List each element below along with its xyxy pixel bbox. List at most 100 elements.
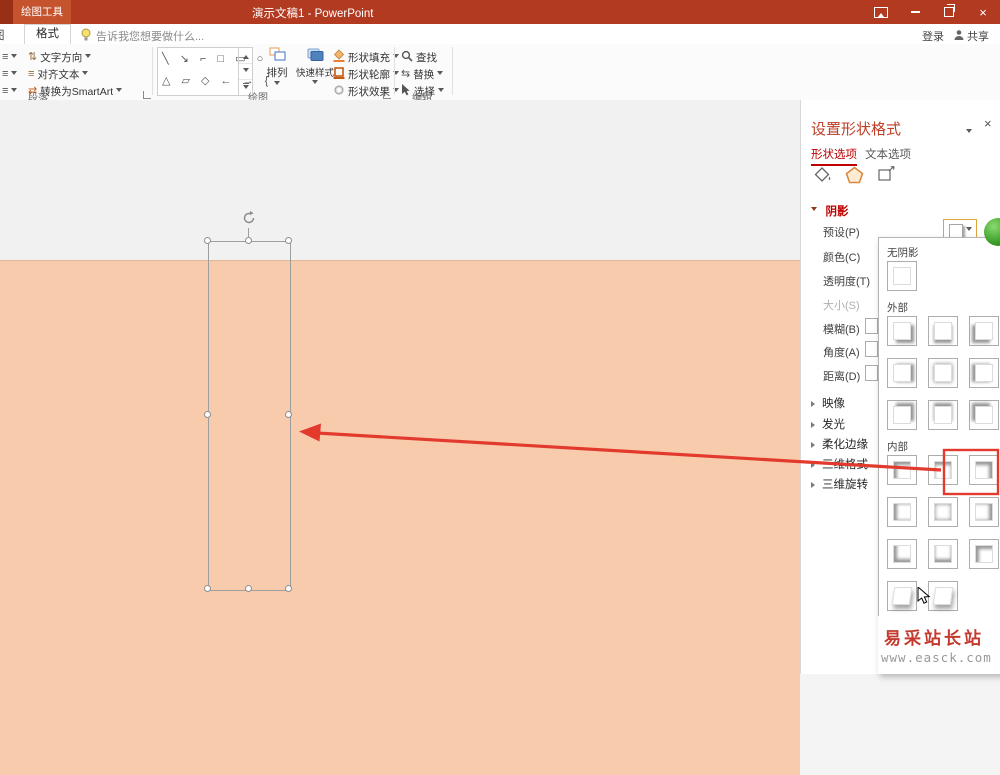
mouse-cursor (917, 585, 932, 611)
restore-icon (944, 4, 955, 17)
shadow-preset-tile[interactable] (887, 358, 917, 388)
shadow-preset-tile[interactable] (887, 539, 917, 569)
shape-fill-icon (333, 49, 345, 65)
selection-handle[interactable] (204, 237, 211, 244)
selection-handle[interactable] (285, 237, 292, 244)
shadow-transparency-label: 透明度(T) (823, 276, 871, 288)
selection-handle[interactable] (285, 585, 292, 592)
drawing-dialog-launcher[interactable] (383, 91, 391, 99)
shadow-preset-tile[interactable] (887, 497, 917, 527)
selection-handle[interactable] (245, 585, 252, 592)
ribbon: ≡ ≡ ≡ ⇅ 文字方向 ≡ 对齐文本 ⇄ 转换为SmartArt 段落 ╲ ↘… (0, 44, 1000, 104)
ribbon-tab-row: 图 格式 告诉我您想要做什么... 登录 共享 (0, 24, 1000, 45)
group-separator (394, 47, 395, 95)
shadow-preset-tile[interactable] (887, 316, 917, 346)
shadow-color-label: 颜色(C) (823, 252, 861, 264)
rotation-handle[interactable] (241, 210, 257, 231)
quick-styles-button[interactable]: 快速样式 (296, 47, 334, 91)
close-icon: × (979, 4, 987, 20)
select-icon (401, 83, 411, 99)
text-direction-icon: ⇅ (28, 50, 38, 63)
angle-spinner-edge[interactable] (865, 341, 878, 357)
sign-in-link[interactable]: 登录 (922, 28, 944, 44)
restore-button[interactable] (932, 0, 966, 24)
effects-category-icon[interactable] (845, 166, 864, 189)
minimize-button[interactable] (898, 0, 932, 24)
shadow-preset-tile[interactable] (928, 497, 958, 527)
3d-format-section-header[interactable]: 三维格式 (811, 455, 868, 473)
shadow-preset-tile[interactable] (969, 316, 999, 346)
gallery-scroll-down-button[interactable] (239, 64, 252, 80)
shadow-preset-tile[interactable] (928, 581, 958, 611)
shadow-size-label: 大小(S) (823, 300, 860, 312)
gallery-scroll-up-button[interactable] (239, 48, 252, 64)
shadow-preset-tile[interactable] (887, 455, 917, 485)
tab-shape-options[interactable]: 形状选项 (811, 146, 857, 166)
no-shadow-group-label: 无阴影 (887, 247, 919, 259)
3d-rotation-section-header[interactable]: 三维旋转 (811, 475, 868, 493)
shadow-preset-label: 预设(P) (823, 227, 860, 239)
selection-handle[interactable] (245, 237, 252, 244)
shape-gallery-scrollbar[interactable] (238, 48, 252, 95)
selection-handle[interactable] (204, 585, 211, 592)
reflection-section-header[interactable]: 映像 (811, 394, 845, 412)
group-separator (452, 47, 453, 95)
shadow-preset-flyout: 无阴影 外部 内部 (878, 237, 1000, 674)
blur-spinner-edge[interactable] (865, 318, 878, 334)
shadow-preset-tile[interactable] (969, 497, 999, 527)
shadow-preset-tile[interactable] (969, 400, 999, 430)
shadow-preset-tile[interactable] (928, 400, 958, 430)
tab-partial-left[interactable]: 图 (0, 27, 5, 43)
ribbon-display-options-button[interactable] (864, 0, 898, 24)
arrange-icon (260, 47, 294, 65)
fill-line-category-icon[interactable] (813, 166, 832, 188)
selection-handle[interactable] (204, 411, 211, 418)
text-direction-button[interactable]: ⇅ 文字方向 (28, 49, 92, 65)
watermark-url: www.easck.com (881, 650, 992, 665)
shadow-section-header[interactable]: 阴影 (811, 202, 848, 220)
clipped-list-icon[interactable]: ≡ (2, 49, 18, 65)
slide-workspace (0, 100, 800, 775)
close-button[interactable]: × (966, 0, 1000, 24)
tell-me-box[interactable]: 告诉我您想要做什么... (96, 28, 204, 44)
selected-rectangle-shape[interactable] (208, 241, 291, 591)
paragraph-dialog-launcher[interactable] (143, 91, 151, 99)
slide-canvas[interactable] (0, 260, 800, 775)
replace-icon: ⇆ (401, 67, 411, 80)
shape-fill-button[interactable]: 形状填充 (333, 49, 399, 65)
shadow-preset-tile[interactable] (887, 581, 917, 611)
pane-close-button[interactable]: × (984, 116, 992, 131)
clipped-list-icon[interactable]: ≡ (2, 66, 18, 82)
shadow-preset-tile[interactable] (887, 400, 917, 430)
shadow-preset-tile[interactable] (928, 358, 958, 388)
shadow-preset-tile[interactable] (969, 539, 999, 569)
contextual-tab-group-drawing-tools[interactable]: 绘图工具 (13, 0, 71, 24)
shadow-preset-tile[interactable] (969, 358, 999, 388)
inner-group-label: 内部 (887, 441, 908, 453)
tab-text-options[interactable]: 文本选项 (865, 146, 911, 162)
inner-presets-grid (887, 455, 1000, 611)
distance-spinner-edge[interactable] (865, 365, 878, 381)
tab-format[interactable]: 格式 (24, 24, 71, 45)
shape-outline-button[interactable]: 形状轮廓 (333, 66, 399, 82)
shadow-preset-tile[interactable] (928, 539, 958, 569)
glow-section-header[interactable]: 发光 (811, 415, 845, 433)
shadow-distance-label: 距离(D) (823, 371, 861, 383)
selection-handle[interactable] (285, 411, 292, 418)
shadow-preset-tile-none[interactable] (887, 261, 917, 291)
pane-collapse-icon[interactable] (966, 124, 972, 142)
size-properties-category-icon[interactable] (877, 165, 896, 188)
share-button[interactable]: 共享 (967, 28, 989, 44)
arrange-button[interactable]: 排列 (260, 47, 294, 92)
shadow-preset-tile[interactable] (928, 455, 958, 485)
shadow-preset-tile-selected[interactable] (969, 455, 999, 485)
soft-edges-section-header[interactable]: 柔化边缘 (811, 435, 868, 453)
replace-button[interactable]: ⇆ 替换 (401, 66, 444, 82)
align-text-button[interactable]: ≡ 对齐文本 (28, 66, 89, 82)
outer-presets-grid (887, 316, 1000, 430)
clipped-list-icon[interactable]: ≡ (2, 83, 18, 99)
shadow-preset-tile[interactable] (928, 316, 958, 346)
group-separator (152, 47, 153, 95)
shape-gallery[interactable]: ╲ ↘ ⌐ □ ▭ ○ △ ▱ ◇ ← → { (157, 47, 268, 96)
find-button[interactable]: 查找 (401, 49, 437, 65)
